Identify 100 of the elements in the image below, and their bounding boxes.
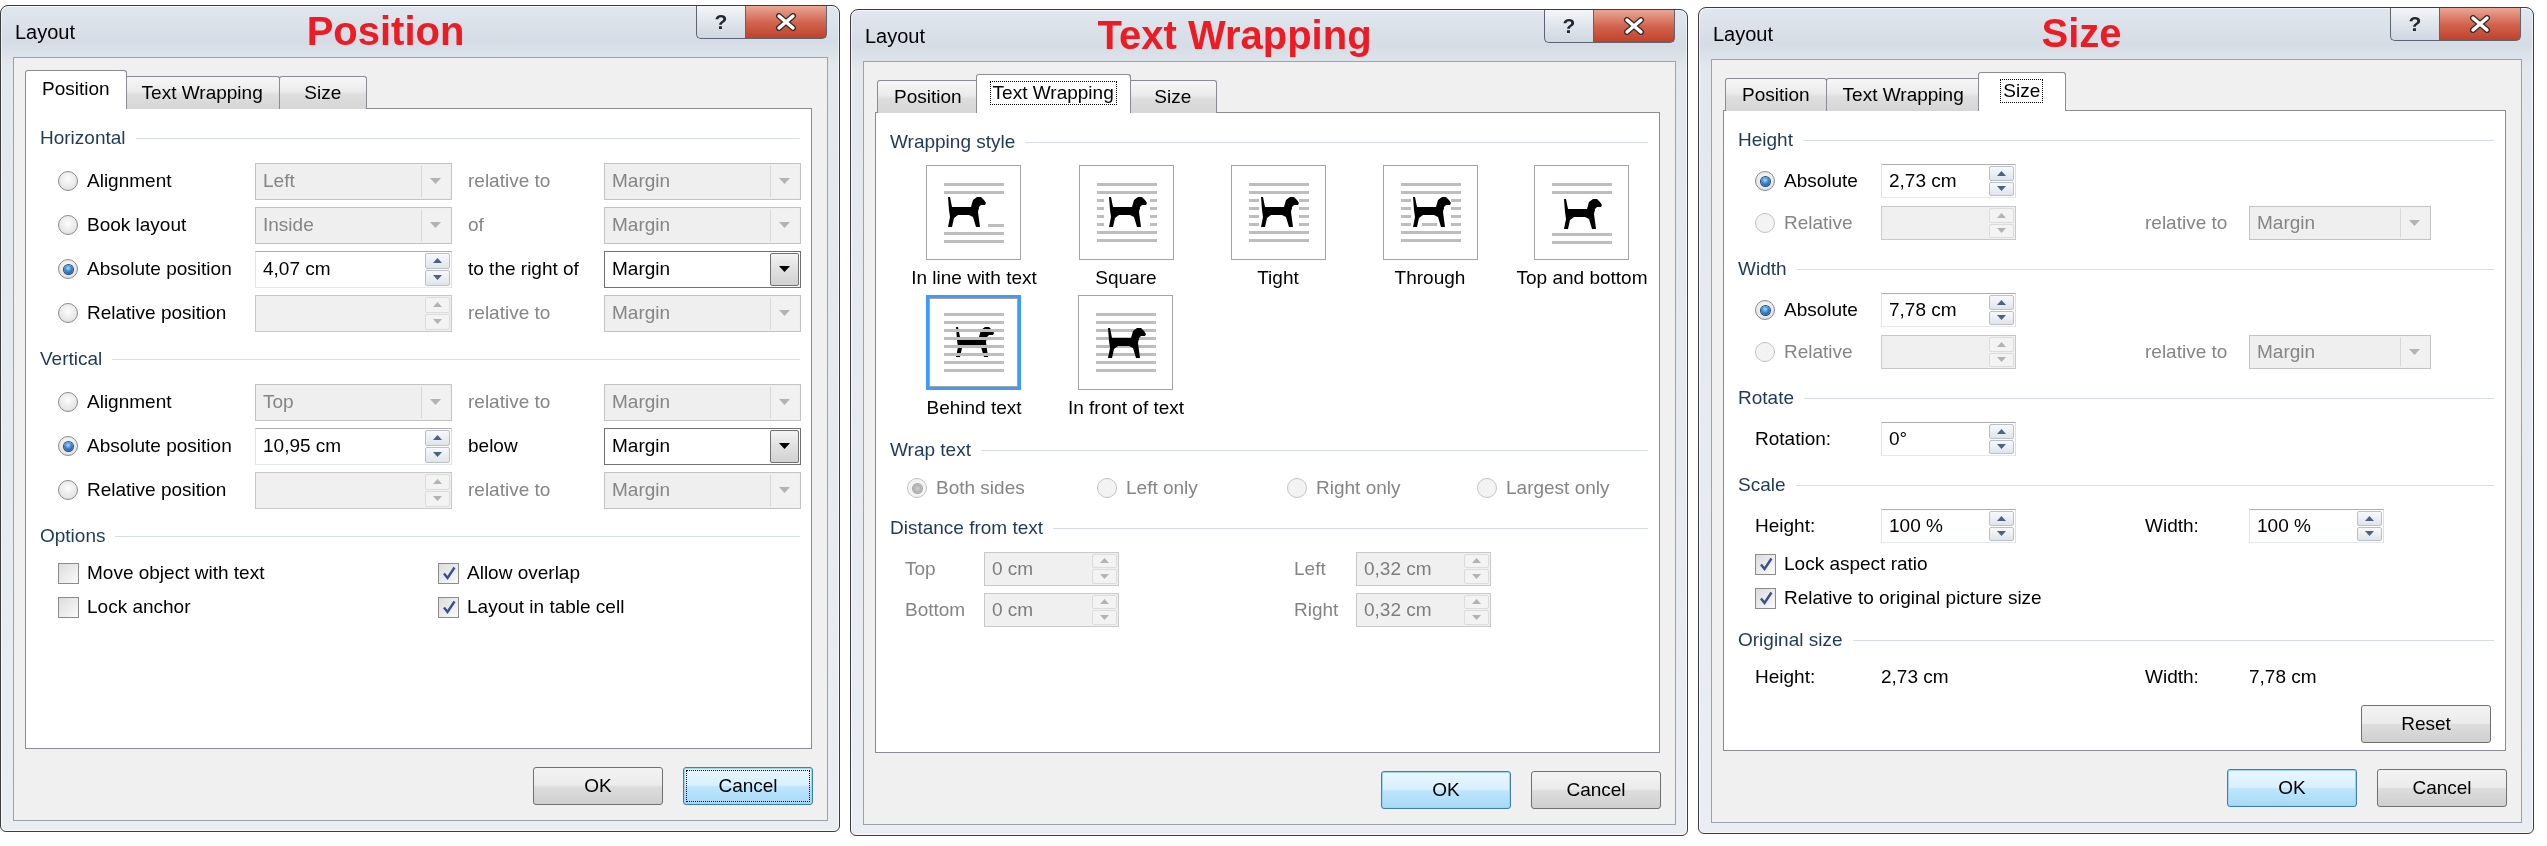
triangle-down-icon [2409,220,2420,226]
dialog-button[interactable]: OK [533,767,663,805]
tab[interactable]: Text Wrapping [975,74,1131,113]
checkbox[interactable] [1755,587,1776,609]
triangle-down-icon [2365,531,2374,537]
close-button[interactable] [745,6,827,39]
tab[interactable]: Position [877,80,979,113]
spin-up-button[interactable] [1989,511,2014,526]
radio-button[interactable] [58,480,78,500]
radio-label: Relative [1784,212,1853,234]
dialog-button[interactable]: OK [2227,769,2357,807]
dropdown[interactable]: Margin [604,250,801,288]
dialog-button[interactable]: Cancel [1531,771,1661,809]
tab[interactable]: Size [1128,80,1217,113]
radio-button[interactable] [58,215,78,235]
section-heading: Original size [1738,629,1843,651]
radio-button[interactable] [1755,300,1775,320]
spin-field[interactable]: 4,07 cm [255,250,452,288]
dialog-title: Layout [865,25,926,48]
help-button[interactable]: ? [1544,10,1593,43]
tab[interactable]: Size [278,76,367,109]
radio-label: Book layout [87,214,187,236]
checkbox-label: Relative to original picture size [1784,587,2042,609]
field-label: relative to [468,479,551,501]
radio-label: Largest only [1506,477,1610,499]
help-button[interactable]: ? [2390,8,2439,41]
field-label: relative to [2145,212,2228,234]
spin-field[interactable]: 2,73 cm [1881,164,2016,198]
spin-field[interactable]: 100 % [1881,509,2016,543]
dialog-button[interactable]: Reset [2361,705,2491,743]
spin-up-button[interactable] [2357,511,2382,526]
dropdown[interactable]: Margin [604,427,801,465]
triangle-up-icon [433,479,442,484]
dialog-button[interactable]: Cancel [683,767,813,805]
spin-up-button[interactable] [1989,424,2014,439]
field-label: Right [1294,598,1339,621]
triangle-down-icon [433,496,442,501]
spin-down-button[interactable] [1989,526,2014,541]
tab[interactable]: Size [1977,72,2066,111]
triangle-up-icon [1100,558,1109,564]
section-heading: Wrapping style [890,131,1016,153]
radio-button[interactable] [58,259,78,279]
section-heading: Distance from text [890,517,1044,539]
checkbox-label: Lock aspect ratio [1784,553,1928,575]
wrap-style-option[interactable]: Square [1078,165,1174,290]
tab[interactable]: Position [1725,78,1827,111]
dialog-button[interactable]: OK [1381,771,1511,809]
triangle-down-icon [1472,614,1481,620]
spin-down-button[interactable] [425,446,450,463]
triangle-up-icon [1997,212,2006,218]
field-label: below [468,435,518,457]
field-label: relative to [2145,341,2228,363]
spin-down-button[interactable] [425,269,450,286]
spin-down-button[interactable] [1989,181,2014,196]
radio-button[interactable] [58,436,78,456]
spin-field[interactable]: 10,95 cm [255,427,452,465]
wrap-style-option[interactable]: Tight [1230,165,1326,290]
wrap-style-option[interactable]: Behind text [926,295,1022,420]
radio-label: Relative position [87,479,227,501]
wrap-style-option[interactable]: Top and bottom [1516,165,1648,290]
dialog-button[interactable]: Cancel [2377,769,2507,807]
annotation-heading: Position [306,9,465,53]
tab[interactable]: Text Wrapping [124,76,280,109]
spin-down-button[interactable] [1989,439,2014,454]
triangle-up-icon [1997,299,2006,305]
spin-up-button[interactable] [1989,166,2014,181]
spin-field[interactable]: 7,78 cm [1881,293,2016,327]
triangle-down-icon [1997,531,2006,537]
field-label: relative to [468,302,551,324]
checkbox-label: Layout in table cell [467,596,625,618]
wrap-style-option[interactable]: Through [1382,165,1478,290]
radio-label: Relative [1784,341,1853,363]
spin-up-button[interactable] [1989,295,2014,310]
triangle-down-icon [433,452,442,457]
spin-field[interactable]: 0° [1881,422,2016,456]
radio-label: Absolute [1784,299,1858,321]
radio-button[interactable] [58,392,78,412]
checkbox[interactable] [438,596,459,618]
spin-up-button[interactable] [425,252,450,269]
help-button[interactable]: ? [696,6,745,39]
close-button[interactable] [2439,8,2521,41]
wrap-style-option[interactable]: In front of text [1067,295,1185,420]
checkmark-icon [441,600,456,614]
spin-up-button[interactable] [425,429,450,446]
close-button[interactable] [1593,10,1675,43]
tab[interactable]: Position [25,70,127,109]
checkbox[interactable] [58,562,79,584]
radio-button[interactable] [58,303,78,323]
checkbox[interactable] [1755,553,1776,575]
spin-down-button[interactable] [1989,310,2014,325]
spin-field[interactable]: 100 % [2249,509,2384,543]
triangle-up-icon [1472,599,1481,605]
spin-down-button[interactable] [2357,526,2382,541]
checkbox[interactable] [58,596,79,618]
radio-label: Absolute [1784,170,1858,192]
tab[interactable]: Text Wrapping [1825,78,1981,111]
wrap-style-option[interactable]: In line with text [911,165,1037,290]
checkbox[interactable] [438,562,459,584]
radio-button[interactable] [58,171,78,191]
radio-button[interactable] [1755,171,1775,191]
